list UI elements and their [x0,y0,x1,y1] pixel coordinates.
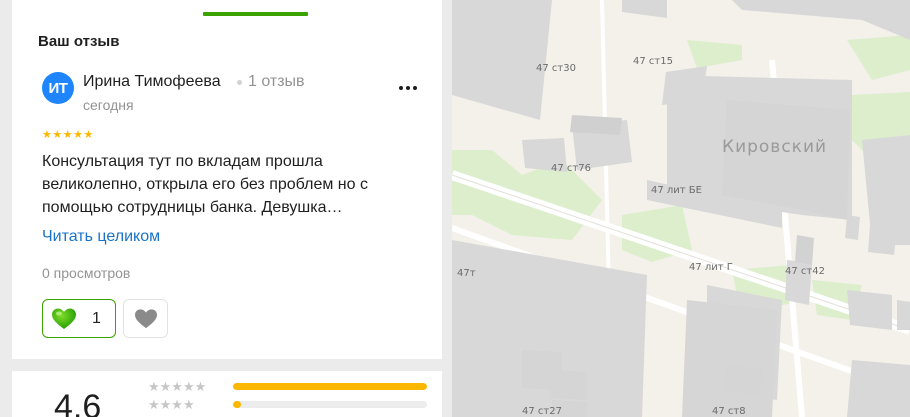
district-label: Кировский [722,137,828,157]
map-label: 47 ст42 [785,266,825,277]
like-count: 1 [92,310,101,327]
more-options-button[interactable] [394,78,422,98]
map-label: 47 ст30 [536,63,576,74]
map-label: 47т [457,268,476,279]
rating-bar-fill [233,401,241,408]
map-label: 47 ст76 [551,163,591,174]
separator-dot [237,80,242,85]
side-panel: Ваш отзыв ИТ Ирина Тимофеева 1 отзыв сег… [0,0,452,417]
map-label: 47 лит БЕ [651,185,702,196]
rating-value: 4,6 [54,388,102,417]
more-dots-icon [413,86,417,90]
review-stars: ★★★★★ [42,129,94,141]
dislike-button[interactable] [123,299,168,338]
section-title: Ваш отзыв [38,33,120,50]
rating-bar-fill [233,383,427,390]
views-count: 0 просмотров [42,265,131,281]
rating-bar [233,401,427,408]
map-label: 47 ст8 [712,406,746,417]
read-more-link[interactable]: Читать целиком [42,228,160,246]
map-label: 47 ст27 [522,406,562,417]
avatar[interactable]: ИТ [42,72,74,104]
author-reviews-count: 1 отзыв [248,73,305,90]
green-heart-icon [52,308,76,329]
more-dots-icon [399,86,403,90]
map-label: 47 лит Г [689,262,733,273]
map-label: 47 ст15 [633,56,673,67]
active-tab-indicator [203,12,308,16]
like-button[interactable]: 1 [42,299,116,338]
review-date: сегодня [83,97,134,113]
review-text: Консультация тут по вкладам прошла велик… [42,153,368,216]
map-view[interactable]: 47 ст30 47 ст15 47 ст76 47 лит БЕ 47т 47… [452,0,910,417]
reviews-card: Ваш отзыв ИТ Ирина Тимофеева 1 отзыв сег… [12,0,442,417]
section-divider [12,359,442,371]
map-canvas[interactable] [452,0,910,417]
rating-row-stars: ★★★★ [148,397,195,412]
more-dots-icon [406,86,410,90]
gray-heart-icon [134,308,157,328]
review-author[interactable]: Ирина Тимофеева [83,73,221,91]
rating-row-stars: ★★★★★ [148,379,207,394]
rating-bar [233,383,427,390]
